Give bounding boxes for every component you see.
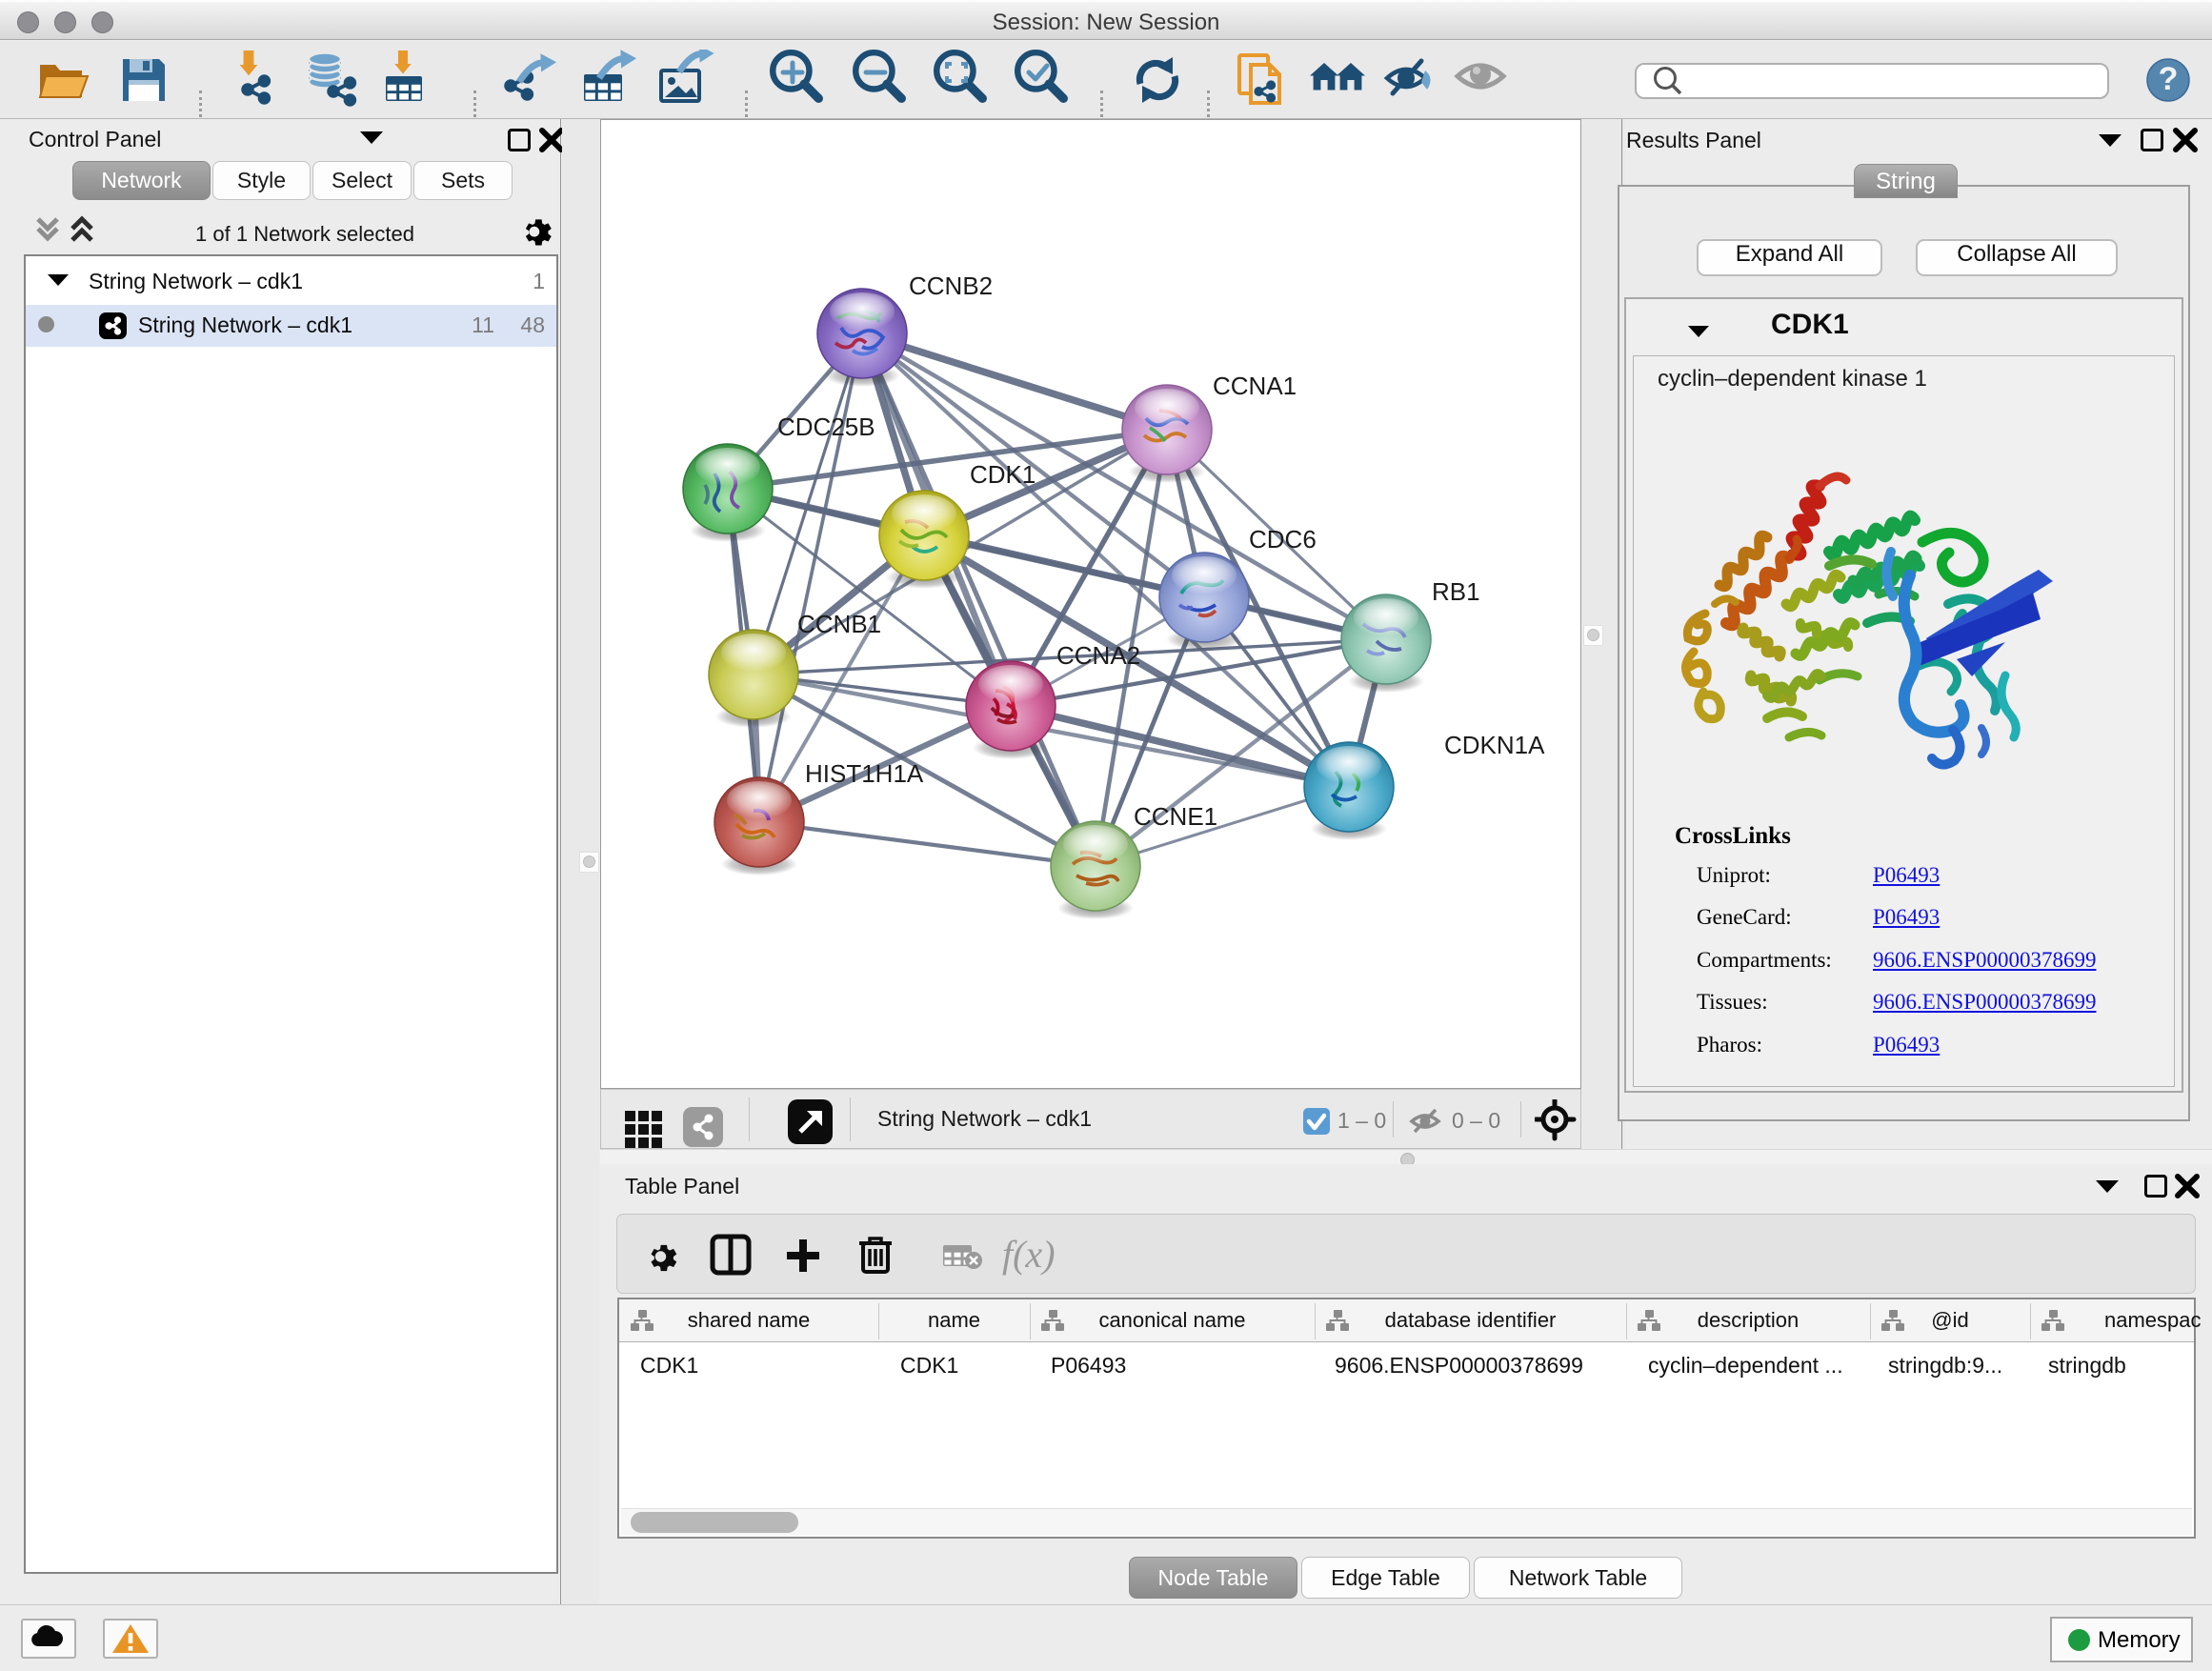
svg-text:CDC6: CDC6 (1249, 525, 1317, 554)
svg-text:CDC25B: CDC25B (777, 413, 875, 441)
svg-text:CCNE1: CCNE1 (1134, 802, 1217, 831)
svg-text:CDKN1A: CDKN1A (1444, 731, 1545, 759)
svg-text:CDK1: CDK1 (970, 460, 1036, 489)
svg-text:HIST1H1A: HIST1H1A (805, 759, 924, 788)
svg-text:RB1: RB1 (1432, 577, 1480, 606)
svg-text:CCNA2: CCNA2 (1056, 641, 1140, 670)
svg-text:CCNB1: CCNB1 (797, 610, 881, 638)
svg-text:CCNA1: CCNA1 (1213, 372, 1297, 400)
svg-text:?: ? (2159, 61, 2179, 97)
svg-text:CCNB2: CCNB2 (909, 272, 993, 300)
